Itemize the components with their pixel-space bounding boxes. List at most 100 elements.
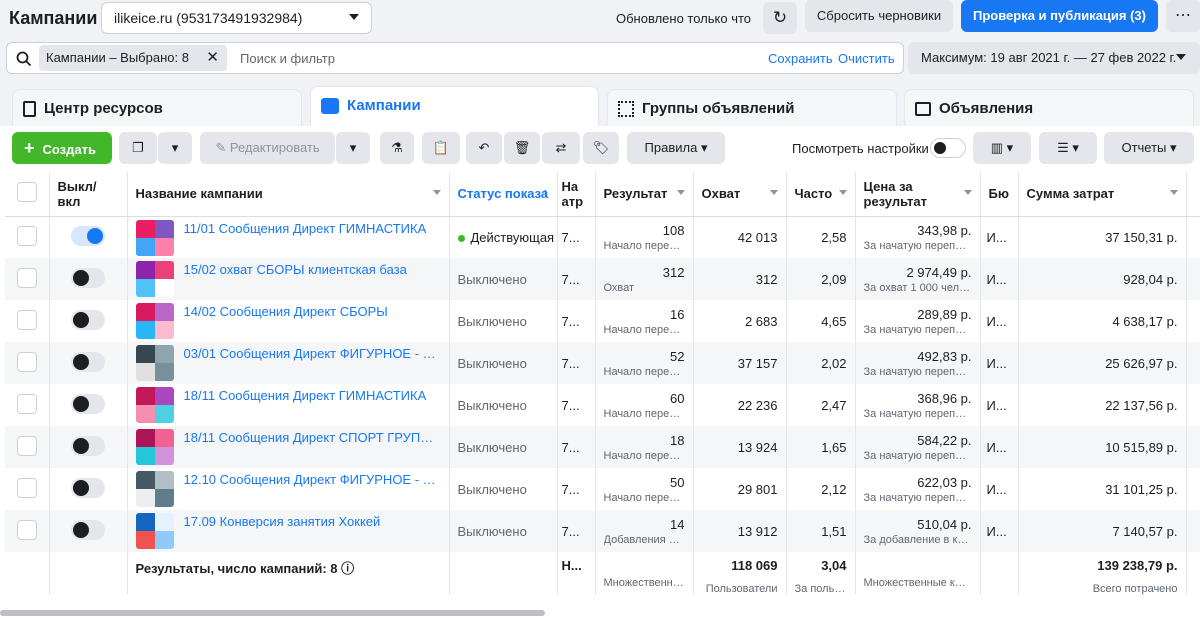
row-select-cell xyxy=(5,510,50,552)
preview-icon: ⇄ xyxy=(555,140,567,155)
refresh-button[interactable]: ↻ xyxy=(763,2,797,34)
campaign-name-link[interactable]: 11/01 Сообщения Директ ГИМНАСТИКА xyxy=(184,221,438,236)
table-row[interactable]: 17.09 Конверсия занятия Хоккей Выключено 7… xyxy=(5,510,1200,552)
campaign-toggle[interactable] xyxy=(71,435,105,456)
reports-button[interactable]: Отчеты ▾ xyxy=(1104,132,1194,164)
table-row[interactable]: 03/01 Сообщения Директ ФИГУРНОЕ - К... Вы… xyxy=(5,342,1200,384)
columns-button[interactable]: ▥ ▾ xyxy=(973,132,1031,164)
cost-cell: 584,22 р. За начатую переписку xyxy=(855,426,981,468)
filter-chip[interactable]: Кампании – Выбрано: 8 ✕ xyxy=(39,45,227,71)
table-row[interactable]: 15/02 охват СБОРЫ клиентская база Выключе… xyxy=(5,258,1200,300)
campaign-toggle[interactable] xyxy=(71,477,105,498)
results-sub: Начало переписки xyxy=(603,323,685,336)
preview-button[interactable]: ⇄ xyxy=(542,132,580,164)
table-row[interactable]: 11/01 Сообщения Директ ГИМНАСТИКА Действу… xyxy=(5,216,1200,258)
close-icon[interactable]: ✕ xyxy=(206,48,219,66)
campaign-name-link[interactable]: 18/11 Сообщения Директ СПОРТ ГРУППА xyxy=(184,430,438,445)
account-selector[interactable]: ilikeice.ru (953173491932984) xyxy=(101,2,372,34)
duplicate-menu-button[interactable]: ▾ xyxy=(158,132,192,164)
search-input[interactable]: Поиск и фильтр xyxy=(240,51,335,66)
horizontal-scrollbar[interactable] xyxy=(0,610,545,616)
row-checkbox[interactable] xyxy=(16,225,37,246)
chevron-down-icon: ▾ xyxy=(1170,140,1177,155)
row-checkbox[interactable] xyxy=(16,393,37,414)
col-budget[interactable]: Бю xyxy=(980,172,1019,217)
rules-button[interactable]: Правила ▾ xyxy=(627,132,725,164)
table-row[interactable]: 18/11 Сообщения Директ СПОРТ ГРУППА Выклю… xyxy=(5,426,1200,468)
col-results-label: Результат xyxy=(603,186,668,202)
row-select-cell xyxy=(5,300,50,342)
more-icon[interactable]: ⋯ xyxy=(1166,0,1200,32)
results-value: 60 xyxy=(670,390,685,406)
budget-cell: И... xyxy=(980,426,1019,468)
campaign-name-link[interactable]: 12.10 Сообщения Директ ФИГУРНОЕ - К... xyxy=(184,472,438,487)
table-row[interactable]: 18/11 Сообщения Директ ГИМНАСТИКА Выключе… xyxy=(5,384,1200,426)
results-value: 14 xyxy=(670,516,685,532)
row-checkbox[interactable] xyxy=(16,267,37,288)
row-checkbox[interactable] xyxy=(16,435,37,456)
tab-campaigns[interactable]: Кампании xyxy=(310,86,599,128)
frequency-cell: 2,58 xyxy=(786,216,856,258)
tag-icon: 🏷 xyxy=(592,140,610,155)
campaign-toggle[interactable] xyxy=(71,267,105,288)
cost-value: 289,89 р. xyxy=(917,306,972,322)
status-cell: Выключено xyxy=(449,510,558,552)
status-text: Выключено xyxy=(457,271,527,287)
edit-menu-button[interactable]: ▾ xyxy=(336,132,370,164)
campaign-toggle[interactable] xyxy=(71,309,105,330)
tab-ads[interactable]: Объявления xyxy=(904,89,1194,127)
undo-button[interactable]: ↶ xyxy=(466,132,502,164)
select-all-checkbox[interactable] xyxy=(16,182,37,203)
col-onoff[interactable]: Выкл/ вкл xyxy=(49,172,128,217)
attribution-cell: 7... xyxy=(557,510,596,552)
ab-test-button[interactable]: ⚗ xyxy=(380,132,414,164)
table-row[interactable]: 12.10 Сообщения Директ ФИГУРНОЕ - К... Вы… xyxy=(5,468,1200,510)
edit-button[interactable]: ✎ Редактировать xyxy=(200,132,335,164)
col-cost[interactable]: Цена за результат xyxy=(855,172,981,217)
view-settings-toggle[interactable] xyxy=(930,138,966,158)
create-button[interactable]: + Создать xyxy=(12,132,112,164)
col-results[interactable]: Результат xyxy=(595,172,694,217)
row-checkbox[interactable] xyxy=(16,519,37,540)
col-name[interactable]: Название кампании xyxy=(127,172,450,217)
filter-bar[interactable]: Кампании – Выбрано: 8 ✕ Поиск и фильтр С… xyxy=(6,42,904,74)
campaign-name-link[interactable]: 17.09 Конверсия занятия Хоккей xyxy=(184,514,438,529)
campaign-name-link[interactable]: 03/01 Сообщения Директ ФИГУРНОЕ - К... xyxy=(184,346,438,361)
save-filter-link[interactable]: Сохранить xyxy=(768,51,833,66)
date-range-selector[interactable]: Максимум: 19 авг 2021 г. — 27 фев 2022 г… xyxy=(908,42,1200,74)
rules-label: Правила xyxy=(644,140,698,155)
row-checkbox[interactable] xyxy=(16,351,37,372)
campaign-toggle[interactable] xyxy=(71,393,105,414)
campaign-thumbnail xyxy=(135,471,174,507)
tab-resources[interactable]: Центр ресурсов xyxy=(12,89,302,127)
tag-button[interactable]: 🏷 xyxy=(583,132,619,164)
cost-sub: За начатую переписку xyxy=(863,365,972,378)
status-cell: Выключено xyxy=(449,426,558,468)
campaign-name-link[interactable]: 18/11 Сообщения Директ ГИМНАСТИКА xyxy=(184,388,438,403)
campaign-thumbnail xyxy=(135,303,174,339)
col-spent[interactable]: Сумма затрат xyxy=(1018,172,1187,217)
clear-filter-link[interactable]: Очистить xyxy=(838,51,895,66)
tab-adsets[interactable]: Группы объявлений xyxy=(607,89,897,127)
campaign-toggle[interactable] xyxy=(71,351,105,372)
campaign-name-link[interactable]: 15/02 охват СБОРЫ клиентская база xyxy=(184,262,438,277)
reset-drafts-button[interactable]: Сбросить черновики xyxy=(805,0,953,32)
campaign-toggle[interactable] xyxy=(71,519,105,540)
frequency-cell: 1,65 xyxy=(786,426,856,468)
breakdown-button[interactable]: ☰ ▾ xyxy=(1039,132,1097,164)
col-frequency[interactable]: Часто xyxy=(786,172,856,217)
publish-button[interactable]: Проверка и публикация (3) xyxy=(961,0,1158,32)
row-select-cell xyxy=(5,384,50,426)
clipboard-button[interactable]: 📋 xyxy=(422,132,460,164)
col-status[interactable]: Статус показа ↑ xyxy=(449,172,558,217)
col-reach[interactable]: Охват xyxy=(693,172,787,217)
campaign-toggle[interactable] xyxy=(71,225,105,246)
delete-button[interactable]: 🗑 xyxy=(504,132,540,164)
col-attribution[interactable]: На атр xyxy=(557,172,596,217)
table-row[interactable]: 14/02 Сообщения Директ СБОРЫ Выключено 7..… xyxy=(5,300,1200,342)
duplicate-button[interactable]: ❐ xyxy=(119,132,157,164)
row-checkbox[interactable] xyxy=(16,477,37,498)
campaign-name-link[interactable]: 14/02 Сообщения Директ СБОРЫ xyxy=(184,304,438,319)
row-checkbox[interactable] xyxy=(16,309,37,330)
more-cell xyxy=(1186,384,1200,426)
